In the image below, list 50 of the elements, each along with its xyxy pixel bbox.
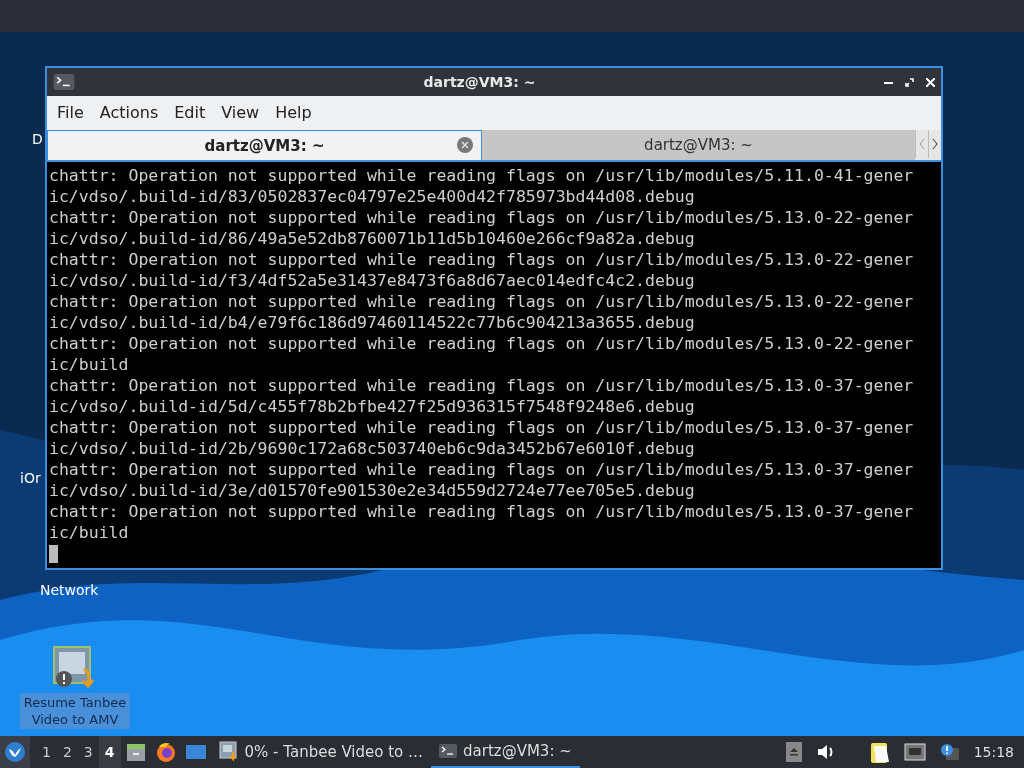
- terminal-line: ic/build: [49, 522, 130, 543]
- workspace-button[interactable]: 4: [98, 736, 121, 768]
- terminal-line: chattr: Operation not supported while reading flags on /usr/lib/modules/5.13.0-37-gener: [49, 501, 915, 522]
- desktop-icon-label[interactable]: Resume Tanbee Video to AMV: [20, 693, 130, 729]
- terminal-line: chattr: Operation not supported while reading flags on /usr/lib/modules/5.13.0-22-gener: [49, 333, 915, 354]
- desktop-icon-label[interactable]: D: [30, 131, 45, 147]
- eject-icon[interactable]: [785, 742, 802, 762]
- desktop-icon-label[interactable]: iOr: [18, 470, 43, 486]
- terminal-line: ic/vdso/.build-id/86/49a5e52db8760071b11d5b10460e266cf9a82a.debug: [49, 228, 696, 249]
- terminal-line: ic/build: [49, 354, 130, 375]
- terminal-line: ic/vdso/.build-id/3e/d01570fe901530e2e34d559d2724e77ee705e5.debug: [49, 480, 696, 501]
- terminal-line: chattr: Operation not supported while reading flags on /usr/lib/modules/5.11.0-41-gener: [49, 165, 915, 186]
- start-button[interactable]: [0, 736, 30, 768]
- browser-icon[interactable]: [154, 741, 177, 763]
- menu-item[interactable]: Help: [267, 98, 320, 126]
- clipboard-icon[interactable]: [869, 740, 890, 764]
- terminal-line: chattr: Operation not supported while reading flags on /usr/lib/modules/5.13.0-37-gener: [49, 375, 915, 396]
- terminal-line: ic/vdso/.build-id/f3/4df52a5e31437e8473f6a8d67aec014edfc4c2.debug: [49, 270, 696, 291]
- terminal-line: ic/vdso/.build-id/83/0502837ec04797e25e400d42f785973bd44d08.debug: [49, 186, 696, 207]
- terminal-line: chattr: Operation not supported while reading flags on /usr/lib/modules/5.13.0-22-gener: [49, 291, 915, 312]
- file-cabinet-icon[interactable]: [124, 741, 147, 763]
- menu-item[interactable]: Actions: [91, 98, 167, 126]
- terminal-line: ic/vdso/.build-id/b4/e79f6c186d97460114522c77b6c904213a3655.debug: [49, 312, 696, 333]
- notification-icon[interactable]: [939, 743, 960, 761]
- window-title: dartz@VM3: ~: [422, 74, 537, 90]
- app-icon: [218, 741, 239, 763]
- workspace-button[interactable]: 3: [77, 736, 99, 768]
- clock[interactable]: 15:18: [973, 744, 1014, 760]
- desktop-icon-label[interactable]: Network: [38, 582, 101, 598]
- maximize-icon[interactable]: [905, 77, 914, 87]
- workspace-button[interactable]: 2: [56, 736, 78, 768]
- terminal-line: ic/vdso/.build-id/5d/c455f78b2bfbe427f25d936315f7548f9248e6.debug: [49, 396, 696, 417]
- tab[interactable]: dartz@VM3: ~: [482, 130, 915, 160]
- terminal-icon: [53, 74, 75, 90]
- network-icon[interactable]: [903, 743, 926, 761]
- terminal-line: chattr: Operation not supported while reading flags on /usr/lib/modules/5.13.0-22-gener: [49, 249, 915, 270]
- terminal-line: chattr: Operation not supported while reading flags on /usr/lib/modules/5.13.0-37-gener: [49, 417, 915, 438]
- menu-item[interactable]: Edit: [166, 98, 214, 126]
- menu-item[interactable]: View: [213, 98, 268, 126]
- workspace-button[interactable]: 1: [36, 736, 57, 768]
- task-button[interactable]: 0% - Tanbee Video to …: [210, 736, 431, 768]
- tab[interactable]: dartz@VM3: ~: [47, 130, 482, 160]
- close-icon[interactable]: [926, 77, 935, 87]
- terminal-line: chattr: Operation not supported while reading flags on /usr/lib/modules/5.13.0-22-gener: [49, 207, 915, 228]
- terminal-line: chattr: Operation not supported while reading flags on /usr/lib/modules/5.13.0-37-gener: [49, 459, 915, 480]
- task-button[interactable]: dartz@VM3: ~: [431, 736, 580, 768]
- menu-item[interactable]: File: [49, 98, 92, 126]
- terminal-icon: [439, 744, 457, 758]
- terminal-line: ic/vdso/.build-id/2b/9690c172a68c503740eb6c9da3452b67e6010f.debug: [49, 438, 696, 459]
- window-icon[interactable]: [184, 743, 207, 761]
